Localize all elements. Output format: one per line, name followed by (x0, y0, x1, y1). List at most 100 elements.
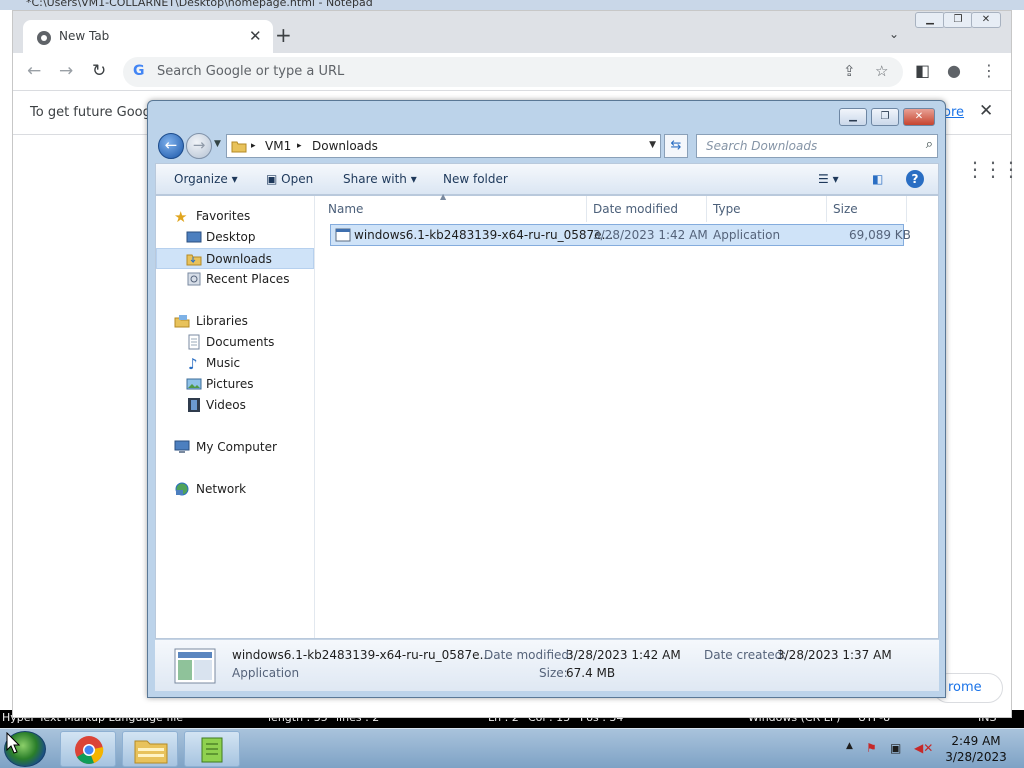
new-folder-label: New folder (443, 172, 508, 186)
omnibox[interactable]: G Search Google or type a URL ⇪ ☆ (123, 57, 903, 87)
file-row[interactable]: windows6.1-kb2483139-x64-ru-ru_0587e... … (330, 224, 911, 246)
file-type: Application (713, 228, 781, 242)
explorer-folder-icon (134, 740, 168, 764)
google-apps-grid-icon[interactable]: ⋮⋮⋮ (965, 157, 1021, 181)
share-icon[interactable]: ⇪ (843, 62, 856, 80)
application-large-icon (174, 648, 216, 684)
details-size: 67.4 MB (566, 666, 616, 680)
nav-videos[interactable]: Videos (156, 395, 314, 416)
nav-pictures[interactable]: Pictures (156, 374, 314, 395)
tab-search-chevron-icon[interactable]: ⌄ (889, 27, 899, 41)
taskbar-clock[interactable]: 2:49 AM 3/28/2023 (930, 733, 1022, 765)
nav-network[interactable]: Network (156, 479, 314, 500)
nav-favorites-label: Favorites (196, 209, 251, 223)
nav-documents[interactable]: Documents (156, 332, 314, 353)
details-date-created-label: Date created: (704, 648, 787, 662)
star-icon: ★ (174, 208, 188, 226)
info-bar-close-icon[interactable]: ✕ (979, 101, 993, 121)
explorer-navigation-bar: ← → ▼ ▸ VM1 ▸ Downloads ▼ ⇆ Search Downl… (156, 131, 939, 161)
nav-music[interactable]: ♪ Music (156, 353, 314, 374)
new-tab-button[interactable]: + (275, 23, 292, 47)
column-name-label: Name (328, 202, 364, 216)
nav-desktop[interactable]: Desktop (156, 227, 314, 248)
notepad-title: *C:\Users\VM1-COLLARNET\Desktop\homepage… (26, 0, 373, 9)
taskbar-chrome-button[interactable] (60, 731, 116, 767)
libraries-icon (174, 315, 190, 328)
clock-date: 3/28/2023 (945, 750, 1007, 764)
breadcrumb-separator-icon[interactable]: ▸ (251, 141, 256, 151)
nav-libraries[interactable]: Libraries (156, 311, 314, 332)
nav-my-computer[interactable]: My Computer (156, 437, 314, 458)
breadcrumb-downloads[interactable]: Downloads (312, 139, 378, 153)
explorer-body: ★ Favorites Desktop Downloads Recent Pla… (155, 192, 939, 639)
column-header-type[interactable]: Type (707, 196, 827, 222)
new-folder-button[interactable]: New folder (443, 172, 508, 186)
nav-downloads-label: Downloads (206, 252, 272, 266)
details-date-modified-label: Date modified: (484, 648, 574, 662)
open-label: Open (281, 172, 314, 186)
show-hidden-icons-icon[interactable]: ▲ (846, 741, 853, 751)
organize-label: Organize (174, 172, 228, 186)
nav-downloads[interactable]: Downloads (156, 248, 314, 269)
bookmark-star-icon[interactable]: ☆ (875, 62, 888, 80)
reload-icon[interactable]: ↻ (92, 61, 106, 81)
column-header-name[interactable]: Name ▲ (316, 192, 587, 222)
preview-pane-icon[interactable]: ◧ (872, 172, 883, 186)
search-downloads-input[interactable]: Search Downloads ⌕ (696, 134, 938, 158)
share-with-label: Share with (343, 172, 407, 186)
refresh-button[interactable]: ⇆ (664, 134, 688, 158)
explorer-caption-buttons: ▁ ❐ ✕ (839, 108, 939, 128)
explorer-maximize-button[interactable]: ❐ (871, 108, 899, 126)
network-status-icon[interactable]: ▣ (890, 741, 901, 755)
help-icon[interactable]: ? (906, 170, 924, 188)
details-date-modified: 3/28/2023 1:42 AM (566, 648, 681, 662)
info-bar-link[interactable]: ore (943, 105, 964, 120)
explorer-close-button[interactable]: ✕ (903, 108, 935, 126)
navigation-pane: ★ Favorites Desktop Downloads Recent Pla… (156, 196, 315, 638)
notepad-title-bar: *C:\Users\VM1-COLLARNET\Desktop\homepage… (0, 0, 1024, 10)
change-view-icon[interactable]: ☰ ▾ (818, 172, 839, 186)
chrome-menu-icon[interactable]: ⋮ (981, 61, 997, 80)
column-header-date-modified[interactable]: Date modified (587, 196, 707, 222)
taskbar-notepad-button[interactable] (184, 731, 240, 767)
nav-pictures-label: Pictures (206, 377, 254, 391)
address-bar[interactable]: ▸ VM1 ▸ Downloads ▼ (226, 134, 661, 158)
breadcrumb-vm1[interactable]: VM1 (265, 139, 291, 153)
share-with-menu[interactable]: Share with ▾ (343, 172, 417, 186)
info-bar-text: To get future Google (30, 105, 163, 120)
file-list: Name ▲ Date modified Type Size windows6.… (316, 192, 938, 638)
taskbar-explorer-button[interactable] (122, 731, 178, 767)
customize-chrome-label: rome (948, 680, 982, 695)
chrome-restore-button[interactable]: ❐ (943, 12, 973, 28)
side-panel-icon[interactable]: ◧ (915, 61, 930, 80)
back-arrow-icon[interactable]: ← (27, 61, 41, 81)
explorer-minimize-button[interactable]: ▁ (839, 108, 867, 126)
search-icon[interactable]: ⌕ (926, 137, 933, 152)
address-dropdown-icon[interactable]: ▼ (649, 140, 656, 150)
nav-network-label: Network (196, 482, 247, 496)
chrome-close-button[interactable]: ✕ (971, 12, 1001, 28)
tab-close-icon[interactable]: ✕ (249, 27, 262, 45)
google-g-icon: G (133, 63, 145, 79)
nav-favorites[interactable]: ★ Favorites (156, 206, 314, 227)
organize-menu[interactable]: Organize ▾ (174, 172, 238, 186)
chrome-minimize-button[interactable]: ▁ (915, 12, 945, 28)
breadcrumb-separator-icon[interactable]: ▸ (297, 141, 302, 151)
forward-button[interactable]: → (186, 133, 212, 159)
mouse-cursor-icon (6, 732, 20, 754)
back-button[interactable]: ← (158, 133, 184, 159)
nav-music-label: Music (206, 356, 241, 370)
profile-avatar-icon[interactable]: ● (947, 61, 961, 80)
open-button[interactable]: ▣ Open (266, 172, 313, 186)
tab-new-tab[interactable]: New Tab ✕ (23, 20, 273, 53)
recent-pages-chevron-icon[interactable]: ▼ (214, 139, 221, 149)
explorer-window: ▁ ❐ ✕ ← → ▼ ▸ VM1 ▸ Downloads ▼ ⇆ Search… (147, 100, 946, 698)
recent-places-icon (187, 272, 201, 286)
nav-recent-places[interactable]: Recent Places (156, 269, 314, 290)
forward-arrow-icon[interactable]: → (59, 61, 73, 81)
details-size-label: Size: (539, 666, 568, 680)
music-note-icon: ♪ (188, 355, 198, 373)
action-center-flag-icon[interactable]: ⚑ (866, 741, 877, 755)
column-header-size[interactable]: Size (827, 196, 907, 222)
documents-icon (188, 334, 200, 350)
